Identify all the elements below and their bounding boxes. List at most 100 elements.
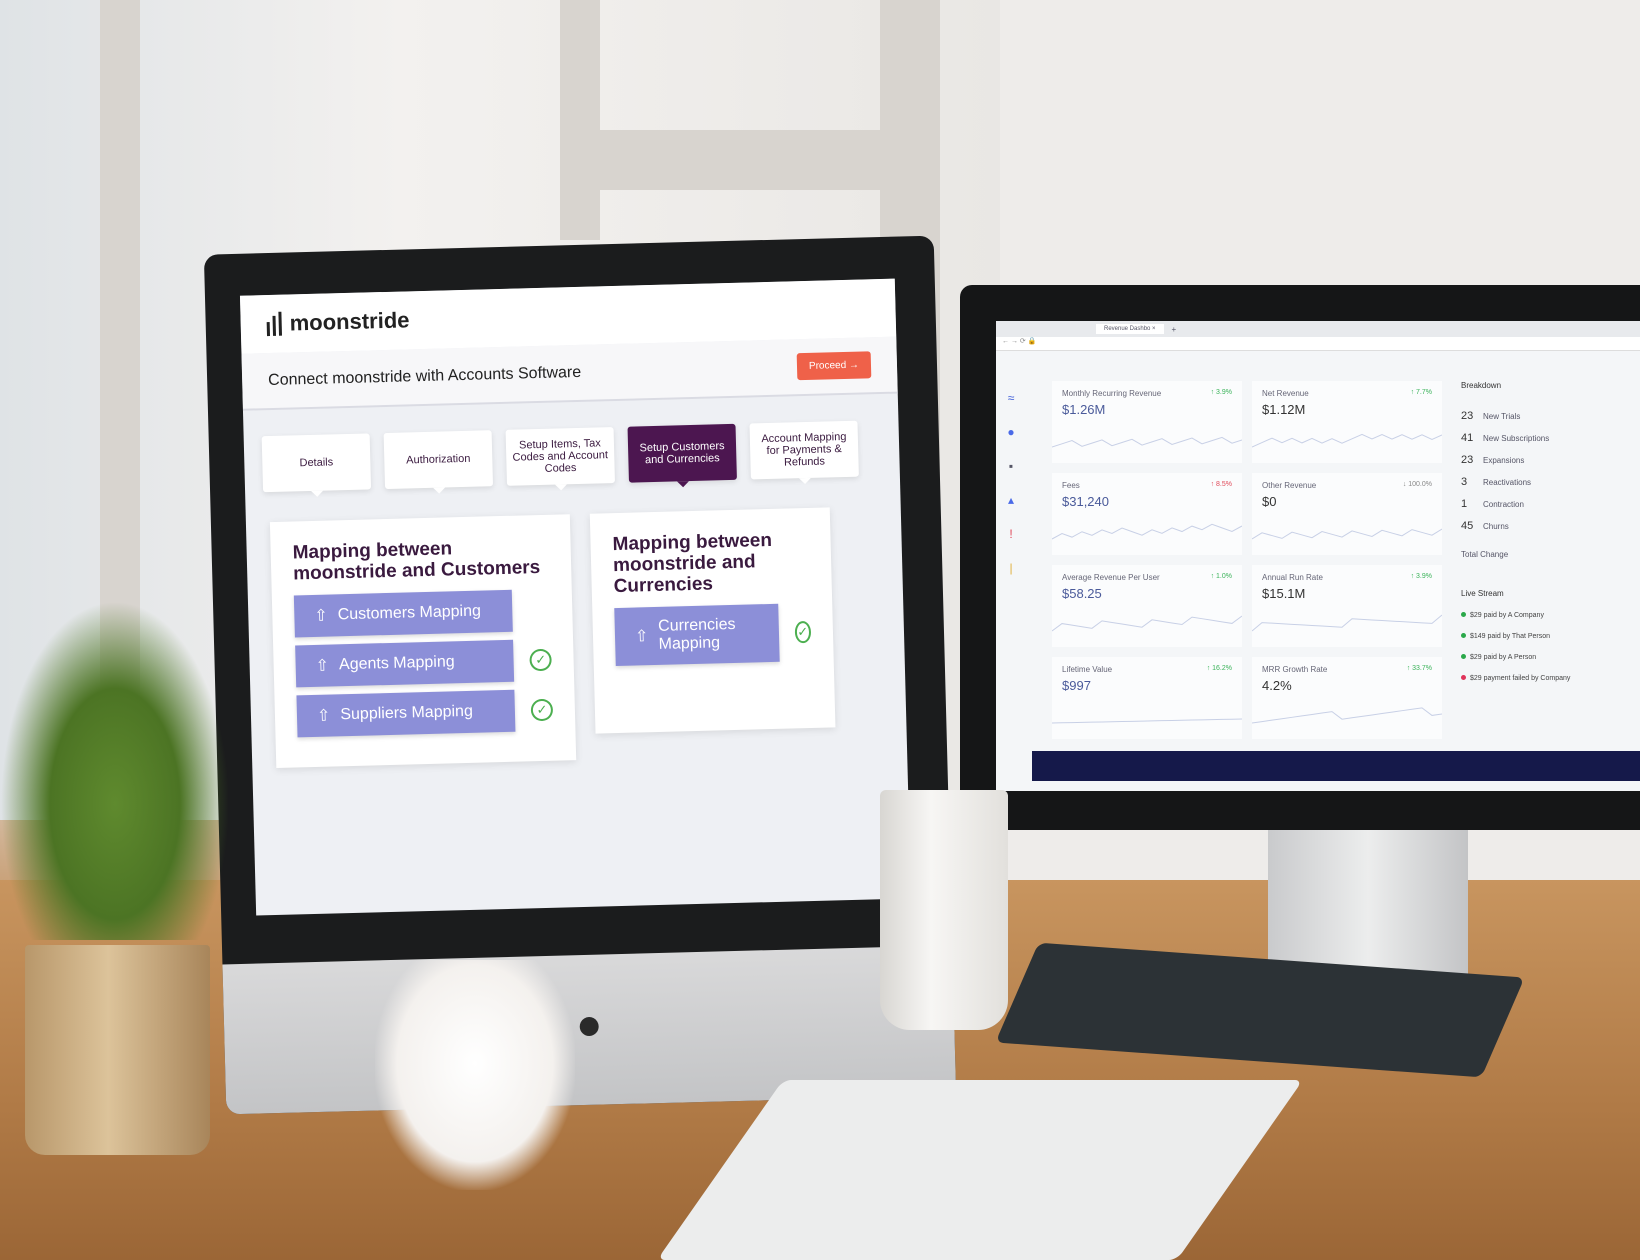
metrics-grid: Monthly Recurring Revenue $1.26M ↑ 3.9% Net… xyxy=(1052,381,1442,739)
breakdown-label: Churns xyxy=(1483,522,1509,531)
plant-leaves xyxy=(0,600,230,940)
mapping-button[interactable]: ⇧ Suppliers Mapping xyxy=(296,689,516,738)
sparkline-path xyxy=(1052,523,1242,540)
breakdown-row: 41 New Subscriptions xyxy=(1461,432,1640,444)
alert-icon[interactable]: ! xyxy=(1009,527,1012,541)
tab-step-2[interactable]: Authorization xyxy=(383,430,494,490)
metric-card[interactable]: Fees $31,240 ↑ 8.5% xyxy=(1052,473,1242,555)
currencies-mapping-card: Mapping between moonstride and Currencie… xyxy=(589,507,836,734)
breakdown-label: Contraction xyxy=(1483,500,1524,509)
metric-change: ↑ 3.9% xyxy=(1410,573,1432,580)
right-monitor: Revenue Dashbo × + ← → ⟳ 🔒 ≈ ● ▪ ▴ ! | M… xyxy=(960,285,1640,830)
live-event[interactable]: $29 payment failed by Company xyxy=(1461,675,1640,682)
metric-change: ↑ 33.7% xyxy=(1406,665,1432,672)
metric-change: ↑ 16.2% xyxy=(1206,665,1232,672)
metric-change: ↓ 100.0% xyxy=(1402,481,1432,488)
mapping-row: ⇧ Customers Mapping xyxy=(293,589,551,638)
sparkline xyxy=(1252,707,1442,724)
metric-card[interactable]: Lifetime Value $997 ↑ 16.2% xyxy=(1052,657,1242,739)
dashboard-icon[interactable]: ● xyxy=(1007,425,1014,439)
metric-change: ↑ 3.9% xyxy=(1210,389,1232,396)
window-frame xyxy=(560,0,600,240)
check-icon: ✓ xyxy=(530,698,554,722)
address-bar[interactable]: ← → ⟳ 🔒 xyxy=(996,337,1640,351)
metric-value: $1.26M xyxy=(1062,402,1106,417)
cloud-upload-icon: ⇧ xyxy=(315,657,330,675)
metric-value: $0 xyxy=(1262,494,1277,509)
sparkline xyxy=(1252,528,1442,540)
bottom-banner xyxy=(1032,751,1640,781)
metric-card[interactable]: MRR Growth Rate 4.2% ↑ 33.7% xyxy=(1252,657,1442,739)
breakdown-count: 3 xyxy=(1461,476,1468,488)
metric-label: Fees xyxy=(1062,481,1080,490)
live-stream: Live Stream $29 paid by A Company $149 pa… xyxy=(1461,589,1640,682)
chart-icon[interactable]: ▴ xyxy=(1008,493,1014,507)
mapping-row: ⇧ Currencies Mapping ✓ xyxy=(614,603,812,666)
live-event-text: $29 paid by A Person xyxy=(1470,654,1537,661)
sparkline xyxy=(1252,614,1442,632)
settings-icon[interactable]: | xyxy=(1009,561,1012,575)
metric-label: Annual Run Rate xyxy=(1262,573,1323,582)
card-title: Mapping between moonstride and Currencie… xyxy=(612,529,773,597)
status-dot-icon xyxy=(1461,654,1466,659)
breakdown-count: 23 xyxy=(1461,454,1474,466)
metric-value: 4.2% xyxy=(1262,678,1292,693)
live-event-text: $29 payment failed by Company xyxy=(1470,675,1571,682)
metric-value: $31,240 xyxy=(1062,494,1109,509)
breakdown-panel: Breakdown 23 New Trials 41 New Subscription… xyxy=(1461,381,1640,696)
live-event[interactable]: $29 paid by A Company xyxy=(1461,612,1640,619)
customers-mapping-card: Mapping between moonstride and Customers… xyxy=(269,514,577,768)
breakdown-row: 3 Reactivations xyxy=(1461,476,1640,488)
metric-change: ↑ 7.7% xyxy=(1410,389,1432,396)
status-dot-icon xyxy=(1461,633,1466,638)
imac: moonstride Connect moonstride with Accou… xyxy=(203,235,957,1115)
live-stream-title: Live Stream xyxy=(1461,589,1504,598)
window-frame xyxy=(580,130,940,190)
mapping-button-label: Customers Mapping xyxy=(337,602,482,624)
users-icon[interactable]: ▪ xyxy=(1009,459,1013,473)
metric-label: Monthly Recurring Revenue xyxy=(1062,389,1162,398)
sparkline-path xyxy=(1052,436,1242,448)
metric-card[interactable]: Net Revenue $1.12M ↑ 7.7% xyxy=(1252,381,1442,463)
tab-step-4[interactable]: Setup Customers and Currencies xyxy=(627,423,737,483)
metric-card[interactable]: Average Revenue Per User $58.25 ↑ 1.0% xyxy=(1052,565,1242,647)
sparkline-path xyxy=(1252,528,1442,540)
mapping-button-label: Suppliers Mapping xyxy=(340,702,474,724)
mapping-button[interactable]: ⇧ Customers Mapping xyxy=(293,589,514,638)
sparkline xyxy=(1052,615,1242,632)
card-title: Mapping between moonstride and Customers xyxy=(292,538,541,585)
metric-change: ↑ 8.5% xyxy=(1210,481,1232,488)
metric-card[interactable]: Annual Run Rate $15.1M ↑ 3.9% xyxy=(1252,565,1442,647)
browser-tab[interactable]: Revenue Dashbo × xyxy=(1096,324,1164,334)
breakdown-label: New Trials xyxy=(1483,412,1521,421)
breakdown-label: Expansions xyxy=(1483,456,1525,465)
metric-card[interactable]: Monthly Recurring Revenue $1.26M ↑ 3.9% xyxy=(1052,381,1242,463)
sparkline-path xyxy=(1052,615,1242,632)
step-tabs: Details Authorization Setup Items, Tax Cod… xyxy=(243,394,900,513)
moonstride-app: moonstride Connect moonstride with Accou… xyxy=(239,278,911,916)
tab-step-1[interactable]: Details xyxy=(261,433,372,493)
breakdown-count: 41 xyxy=(1461,432,1474,444)
new-tab-icon[interactable]: + xyxy=(1172,325,1177,334)
live-event[interactable]: $149 paid by That Person xyxy=(1461,633,1640,640)
metric-value: $1.12M xyxy=(1262,402,1306,417)
mapping-row: ⇧ Agents Mapping ✓ xyxy=(295,639,552,688)
breakdown-title: Breakdown xyxy=(1461,381,1502,390)
mapping-button[interactable]: ⇧ Currencies Mapping xyxy=(614,603,780,666)
metric-change: ↑ 1.0% xyxy=(1210,573,1232,580)
tab-step-3[interactable]: Setup Items, Tax Codes and Account Codes xyxy=(505,427,615,486)
mapping-button-label: Agents Mapping xyxy=(338,653,455,674)
live-event[interactable]: $29 paid by A Person xyxy=(1461,654,1640,661)
mapping-button[interactable]: ⇧ Agents Mapping xyxy=(295,639,515,688)
proceed-button[interactable]: Proceed → xyxy=(796,351,872,381)
breakdown-count: 1 xyxy=(1461,498,1468,510)
sparkline-path xyxy=(1252,707,1442,724)
breakdown-label: Reactivations xyxy=(1483,478,1532,487)
metric-value: $58.25 xyxy=(1062,586,1102,601)
sparkline-path xyxy=(1052,718,1242,724)
sparkline-path xyxy=(1252,614,1442,632)
metric-card[interactable]: Other Revenue $0 ↓ 100.0% xyxy=(1252,473,1442,555)
logo-icon: ≈ xyxy=(1007,391,1015,405)
mapping-button-label: Currencies Mapping xyxy=(657,615,736,653)
tab-step-5[interactable]: Account Mapping for Payments & Refunds xyxy=(749,420,859,480)
